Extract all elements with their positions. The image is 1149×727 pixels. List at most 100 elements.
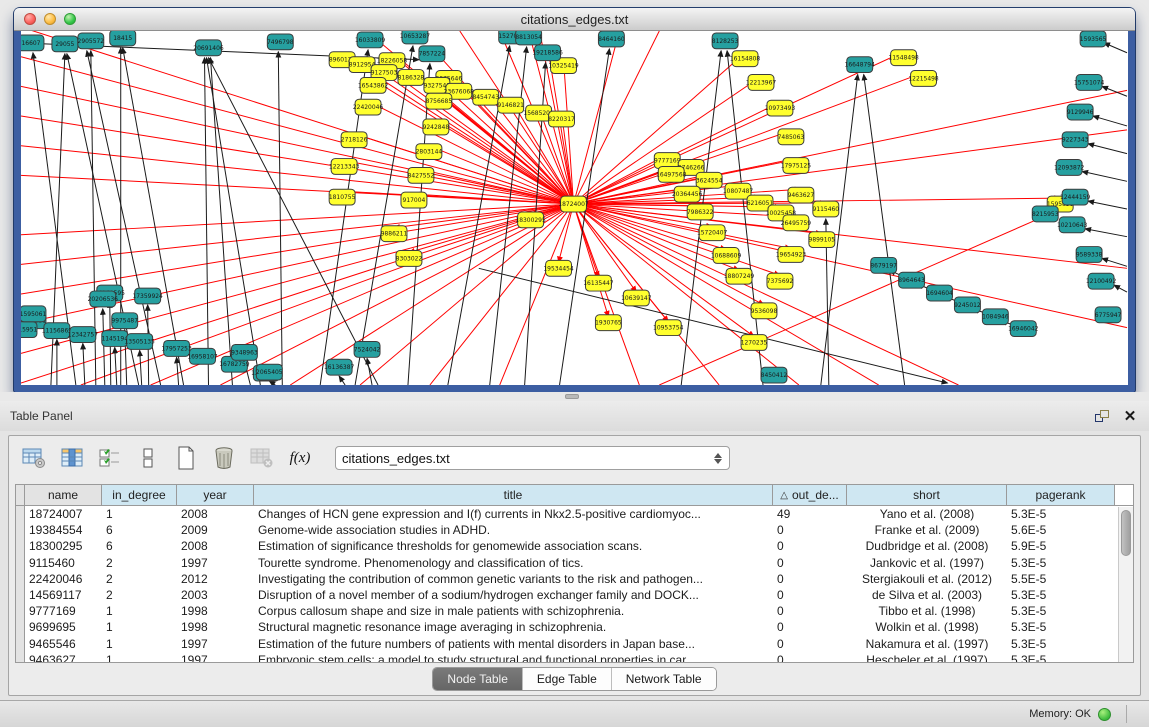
panel-splitter[interactable]: [0, 392, 1149, 401]
show-columns-icon[interactable]: [59, 445, 85, 471]
cell-short[interactable]: Nakamura et al. (1997): [847, 636, 1007, 652]
cell-short[interactable]: Yano et al. (2008): [847, 506, 1007, 522]
cell-in_degree[interactable]: 1: [102, 619, 177, 635]
citation-edge-red[interactable]: [564, 60, 574, 204]
graph-node-teal[interactable]: 9348963: [231, 344, 258, 360]
cell-year[interactable]: 2009: [177, 522, 254, 538]
graph-node-yellow[interactable]: 9146821: [497, 97, 524, 113]
cell-year[interactable]: 1997: [177, 636, 254, 652]
cell-out_de[interactable]: 0: [773, 619, 847, 635]
graph-node-yellow[interactable]: 8220317: [548, 111, 575, 127]
graph-node-teal[interactable]: 8128253: [712, 33, 739, 49]
graph-node-yellow[interactable]: 19534454: [543, 260, 574, 276]
graph-node-teal[interactable]: 1595061: [21, 306, 46, 322]
cell-title[interactable]: Corpus callosum shape and size in male p…: [254, 603, 773, 619]
cell-title[interactable]: Estimation of the future numbers of pati…: [254, 636, 773, 652]
graph-node-yellow[interactable]: 9899105: [809, 232, 836, 248]
float-panel-icon[interactable]: [1093, 408, 1111, 424]
citation-edge-black[interactable]: [103, 309, 105, 385]
graph-node-teal[interactable]: 16946042: [1008, 321, 1039, 337]
graph-node-yellow[interactable]: 11548498: [888, 50, 919, 66]
cell-out_de[interactable]: 0: [773, 522, 847, 538]
graph-node-yellow[interactable]: 9463627: [788, 187, 815, 203]
graph-node-teal[interactable]: 16033809: [355, 32, 386, 48]
cell-in_degree[interactable]: 6: [102, 538, 177, 554]
citation-edge-red[interactable]: [574, 52, 904, 204]
minimize-window-button[interactable]: [44, 13, 56, 25]
cell-title[interactable]: Genome-wide association studies in ADHD.: [254, 522, 773, 538]
cell-name[interactable]: 9463627: [25, 652, 102, 662]
citation-edge-red[interactable]: [21, 31, 574, 204]
table-row[interactable]: 946362711997Embryonic stem cells: a mode…: [16, 652, 1133, 662]
graph-node-teal[interactable]: 16958107: [187, 348, 218, 364]
cell-name[interactable]: 22420046: [25, 571, 102, 587]
cell-pagerank[interactable]: 5.9E-5: [1007, 538, 1115, 554]
cell-pagerank[interactable]: 5.6E-5: [1007, 522, 1115, 538]
graph-node-yellow[interactable]: 16135447: [583, 275, 614, 291]
cell-year[interactable]: 1997: [177, 652, 254, 662]
citation-edge-black[interactable]: [864, 75, 905, 385]
cell-in_degree[interactable]: 6: [102, 522, 177, 538]
citation-edge-black[interactable]: [1082, 171, 1127, 181]
cell-name[interactable]: 9115460: [25, 555, 102, 571]
tab-edge-table[interactable]: Edge Table: [523, 668, 612, 690]
graph-node-teal[interactable]: 12100492: [1086, 273, 1117, 289]
cell-pagerank[interactable]: 5.3E-5: [1007, 652, 1115, 662]
network-canvas[interactable]: 1872400789601238912954182260589127503818…: [21, 31, 1128, 385]
cell-out_de[interactable]: 0: [773, 571, 847, 587]
cell-title[interactable]: Estimation of significance thresholds fo…: [254, 538, 773, 554]
citation-edge-black[interactable]: [83, 343, 85, 385]
citation-edge-black[interactable]: [1104, 43, 1127, 53]
graph-node-yellow[interactable]: 18300295: [515, 212, 546, 228]
graph-node-teal[interactable]: 2065405: [256, 364, 283, 380]
citation-edge-black[interactable]: [479, 268, 948, 383]
cell-in_degree[interactable]: 2: [102, 555, 177, 571]
memory-ok-indicator-icon[interactable]: [1098, 708, 1111, 721]
cell-out_de[interactable]: 0: [773, 603, 847, 619]
cell-out_de[interactable]: 0: [773, 652, 847, 662]
graph-node-yellow[interactable]: 16497568: [656, 166, 687, 182]
cell-pagerank[interactable]: 5.5E-5: [1007, 571, 1115, 587]
graph-node-yellow[interactable]: 8303022: [396, 251, 423, 267]
graph-node-yellow[interactable]: 7375692: [767, 273, 794, 289]
graph-node-yellow[interactable]: 10973493: [765, 100, 796, 116]
cell-title[interactable]: Tourette syndrome. Phenomenology and cla…: [254, 555, 773, 571]
cell-out_de[interactable]: 0: [773, 538, 847, 554]
close-window-button[interactable]: [24, 13, 36, 25]
table-vertical-scrollbar[interactable]: [1118, 507, 1133, 662]
cell-name[interactable]: 19384554: [25, 522, 102, 538]
graph-node-teal[interactable]: 13505135: [124, 334, 155, 350]
cell-title[interactable]: Structural magnetic resonance image aver…: [254, 619, 773, 635]
table-row[interactable]: 977716911998Corpus callosum shape and si…: [16, 603, 1133, 619]
zoom-window-button[interactable]: [64, 13, 76, 25]
graph-node-yellow[interactable]: 2718126: [341, 132, 368, 148]
graph-node-yellow[interactable]: 9115460: [813, 201, 840, 217]
graph-node-teal[interactable]: 9227343: [1062, 132, 1089, 148]
cell-short[interactable]: Dudbridge et al. (2008): [847, 538, 1007, 554]
cell-in_degree[interactable]: 1: [102, 603, 177, 619]
graph-node-teal[interactable]: 17359924: [132, 288, 163, 304]
graph-node-teal[interactable]: 20206536: [88, 291, 119, 307]
graph-node-teal[interactable]: 6775947: [1095, 307, 1122, 323]
splitter-grip-icon[interactable]: [565, 394, 579, 399]
graph-node-teal[interactable]: 7857224: [419, 46, 446, 62]
window-titlebar[interactable]: citations_edges.txt: [14, 8, 1135, 31]
cell-out_de[interactable]: 0: [773, 555, 847, 571]
table-row[interactable]: 1830029562008Estimation of significance …: [16, 538, 1133, 554]
graph-node-yellow[interactable]: 2803144: [416, 144, 443, 160]
graph-node-teal[interactable]: 9589338: [1076, 247, 1103, 263]
graph-node-teal[interactable]: 3915951: [21, 322, 37, 338]
column-header-in_degree[interactable]: in_degree: [102, 485, 177, 505]
graph-node-yellow[interactable]: 18807249: [724, 268, 755, 284]
table-options-icon[interactable]: [21, 445, 47, 471]
cell-title[interactable]: Changes of HCN gene expression and I(f) …: [254, 506, 773, 522]
citation-edge-black[interactable]: [269, 381, 275, 385]
column-header-short[interactable]: short: [847, 485, 1007, 505]
citation-edge-black[interactable]: [339, 376, 345, 385]
cell-out_de[interactable]: 0: [773, 587, 847, 603]
citation-edge-black[interactable]: [1088, 144, 1127, 154]
graph-node-teal[interactable]: 10653287: [400, 31, 431, 44]
citation-edge-red[interactable]: [574, 204, 609, 317]
graph-node-teal[interactable]: 8215953: [1032, 206, 1059, 222]
graph-node-teal[interactable]: 20691406: [193, 40, 224, 56]
